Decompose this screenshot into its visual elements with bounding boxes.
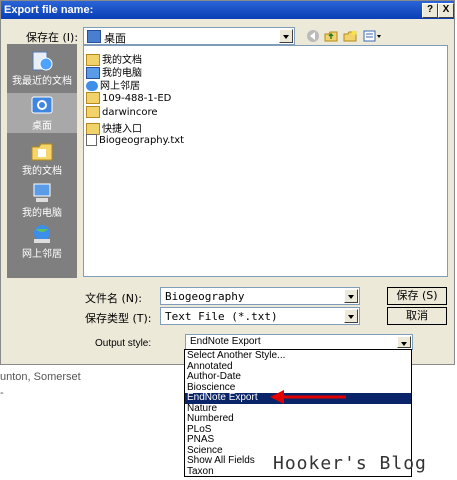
place-my-computer[interactable]: 我的电脑 — [7, 180, 77, 220]
background-text: unton, Somerset — [0, 371, 81, 383]
save-button[interactable]: 保存 (S) — [387, 287, 447, 305]
chevron-down-icon[interactable] — [279, 29, 293, 43]
dropdown-option[interactable]: PNAS — [185, 435, 411, 446]
filetype-select[interactable]: Text File (*.txt) — [160, 307, 360, 325]
file-item[interactable]: darwincore — [86, 106, 158, 119]
place-desktop[interactable]: 桌面 — [7, 93, 77, 133]
network-places-icon — [34, 225, 50, 243]
filename-input[interactable]: Biogeography — [160, 287, 360, 305]
file-item[interactable]: 网上邻居 — [86, 77, 140, 92]
place-network-places[interactable]: 网上邻居 — [7, 221, 77, 261]
file-name: 109-488-1-ED — [102, 93, 172, 104]
output-style-select[interactable]: EndNote Export — [185, 334, 413, 350]
my-computer-icon — [33, 183, 51, 202]
file-item[interactable]: 109-488-1-ED — [86, 92, 171, 105]
chevron-down-icon[interactable] — [344, 309, 358, 323]
recent-documents-icon — [32, 51, 53, 71]
file-item[interactable]: Biogeography.txt — [86, 134, 184, 147]
output-style-label: Output style: — [95, 338, 152, 349]
file-name: darwincore — [102, 107, 158, 118]
file-item[interactable]: 我的电脑 — [86, 64, 142, 79]
dropdown-option[interactable]: Select Another Style... — [185, 351, 411, 362]
place-label: 我的文档 — [22, 166, 62, 177]
red-arrow-annotation — [270, 390, 346, 404]
dialog-title: Export file name: — [4, 4, 94, 16]
chevron-down-icon[interactable] — [397, 336, 411, 348]
save-in-value: 桌面 — [104, 32, 126, 45]
close-button[interactable]: X — [438, 3, 454, 18]
back-icon[interactable] — [306, 29, 320, 43]
desktop-small-icon — [87, 30, 101, 43]
my-documents-icon — [31, 143, 53, 161]
watermark-text: Hooker's Blog — [273, 453, 427, 474]
new-folder-icon[interactable] — [343, 29, 357, 43]
dropdown-option[interactable]: PLoS — [185, 424, 411, 436]
file-list[interactable]: 我的文档 我的电脑 网上邻居 109-488-1-ED darwincore 快… — [83, 45, 448, 277]
chevron-down-icon[interactable] — [344, 289, 358, 303]
text-file-icon — [86, 134, 97, 146]
place-my-documents[interactable]: 我的文档 — [7, 138, 77, 178]
place-label: 网上邻居 — [22, 249, 62, 260]
cancel-button[interactable]: 取消 — [387, 307, 447, 325]
filetype-value: Text File (*.txt) — [165, 310, 278, 323]
export-file-dialog: Export file name: ? X 保存在 (I): 桌面 我最近的文档 — [0, 0, 455, 365]
place-label: 我最近的文档 — [12, 76, 72, 87]
place-recent-documents[interactable]: 我最近的文档 — [7, 48, 77, 88]
file-name: Biogeography.txt — [99, 135, 185, 146]
folder-icon — [86, 92, 100, 104]
places-bar: 我最近的文档 桌面 我的文档 我的电脑 网上邻居 — [7, 44, 77, 278]
view-menu-icon[interactable] — [363, 29, 383, 43]
desktop-icon — [31, 96, 53, 114]
folder-icon — [86, 106, 100, 118]
dialog-title-bar: Export file name: ? X — [1, 1, 454, 19]
filename-value: Biogeography — [165, 290, 245, 303]
file-name: 网上邻居 — [100, 81, 140, 92]
output-style-value: EndNote Export — [190, 336, 261, 347]
help-button[interactable]: ? — [422, 3, 438, 18]
save-in-combo[interactable]: 桌面 — [83, 27, 295, 45]
dropdown-option[interactable]: Author-Date — [185, 372, 411, 383]
up-folder-icon[interactable] — [324, 29, 338, 43]
place-label: 我的电脑 — [22, 208, 62, 219]
filename-label: 文件名 (N): — [85, 292, 143, 305]
save-in-label: 保存在 (I): — [26, 31, 79, 44]
dropdown-option[interactable]: Numbered — [185, 414, 411, 425]
place-label: 桌面 — [32, 121, 52, 132]
file-item[interactable]: 快捷入口 — [86, 120, 142, 135]
background-bullet: - — [0, 387, 4, 399]
network-places-icon — [86, 81, 98, 91]
filetype-label: 保存类型 (T): — [85, 312, 152, 325]
file-item[interactable]: 我的文档 — [86, 51, 142, 66]
